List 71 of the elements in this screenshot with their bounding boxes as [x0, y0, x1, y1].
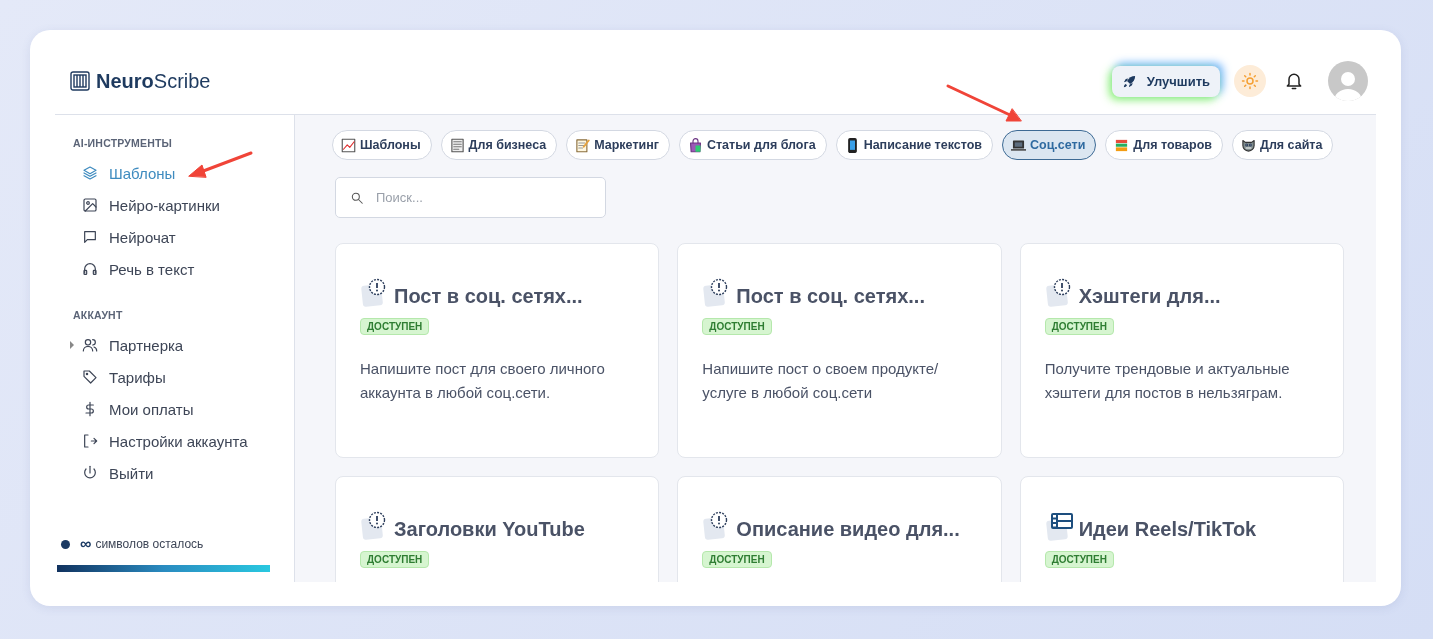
- notepad-icon: [575, 137, 591, 153]
- bell-icon: [1284, 71, 1304, 91]
- newspaper-icon: [449, 137, 465, 153]
- quota-amount: ∞: [80, 535, 92, 553]
- card-title: Идеи Reels/TikTok: [1078, 518, 1257, 541]
- status-badge: ДОСТУПЕН: [1044, 318, 1114, 335]
- rocket-icon: [1121, 73, 1137, 89]
- sidebar-item[interactable]: Шаблоны: [73, 157, 269, 189]
- sidebar-item[interactable]: Нейро-картинки: [73, 189, 269, 221]
- template-card[interactable]: Пост в соц. сетях... ДОСТУПЕН Напишите пост для своего личного аккаунта в любой соц.сети.: [335, 243, 660, 458]
- sidebar-item[interactable]: Настройки аккаунта: [73, 425, 269, 457]
- upgrade-button[interactable]: Улучшить: [1111, 65, 1220, 97]
- status-badge: ДОСТУПЕН: [360, 318, 430, 335]
- category-chip[interactable]: Написание текстов: [835, 130, 993, 160]
- card-description: Напишите пост о своем продукте/услуге в любой соц.сети: [702, 359, 940, 403]
- film-icon: [1044, 511, 1075, 541]
- sidebar-item[interactable]: Тарифы: [73, 361, 269, 393]
- category-chip[interactable]: Шаблоны: [332, 130, 432, 160]
- template-card[interactable]: Пост в соц. сетях... ДОСТУПЕН Напишите пост о своем продукте/услуге в любой соц.сети: [677, 243, 1002, 458]
- user-avatar[interactable]: [1328, 61, 1368, 101]
- status-badge: ДОСТУПЕН: [702, 318, 772, 335]
- sidebar-item[interactable]: Нейрочат: [73, 221, 269, 253]
- card-title: Пост в соц. сетях...: [394, 285, 583, 308]
- category-chip[interactable]: Для сайта: [1232, 130, 1334, 160]
- status-badge: ДОСТУПЕН: [702, 551, 772, 568]
- card-title: Пост в соц. сетях...: [736, 285, 925, 308]
- headphones-icon: [82, 261, 98, 277]
- template-card[interactable]: Идеи Reels/TikTok ДОСТУПЕН: [1019, 476, 1344, 582]
- laptop-icon: [1010, 137, 1026, 153]
- sidebar-item[interactable]: Партнерка: [73, 329, 269, 361]
- template-card[interactable]: Хэштеги для... ДОСТУПЕН Получите трендовые и актуальные хэштеги для постов в нельзяграм.: [1019, 243, 1344, 458]
- exit-icon: [82, 433, 98, 449]
- card-title: Хэштеги для...: [1078, 285, 1221, 308]
- template-card[interactable]: Описание видео для... ДОСТУПЕН: [677, 476, 1002, 582]
- sidebar-item[interactable]: Мои оплаты: [73, 393, 269, 425]
- category-chip[interactable]: Соц.сети: [1001, 130, 1097, 160]
- search-icon: [350, 191, 364, 205]
- sun-icon: [1241, 72, 1259, 90]
- category-chip[interactable]: Для товаров: [1105, 130, 1223, 160]
- category-chip[interactable]: Маркетинг: [566, 130, 670, 160]
- power-icon: [82, 465, 98, 481]
- search-field[interactable]: Поиск...: [335, 177, 606, 218]
- card-description: Получите трендовые и актуальные хэштеги для постов в нельзяграм.: [1044, 359, 1291, 403]
- caret-icon: [70, 341, 74, 349]
- card-title: Заголовки YouTube: [394, 518, 585, 541]
- section-heading: АККАУНТ: [73, 309, 124, 321]
- logo-icon: [70, 71, 90, 91]
- sidebar-item[interactable]: Выйти: [73, 457, 269, 489]
- chart-icon: [341, 137, 356, 153]
- category-chip[interactable]: Статьи для блога: [678, 130, 827, 160]
- layers-icon: [82, 165, 98, 181]
- card-title: Описание видео для...: [736, 518, 960, 541]
- sidebar-item[interactable]: Речь в текст: [73, 253, 269, 285]
- mask-icon: [1241, 137, 1256, 153]
- users-icon: [82, 337, 98, 353]
- status-badge: ДОСТУПЕН: [1044, 551, 1114, 568]
- status-dot: [61, 539, 70, 549]
- image-icon: [82, 197, 98, 213]
- tag-icon: [82, 369, 98, 385]
- chat-icon: [82, 229, 98, 245]
- template-card[interactable]: Заголовки YouTube ДОСТУПЕН: [335, 476, 660, 582]
- bag-icon: [687, 137, 703, 153]
- quota-label: символов осталось: [95, 537, 204, 551]
- theme-toggle[interactable]: [1234, 65, 1266, 97]
- category-chip[interactable]: Для бизнеса: [440, 130, 558, 160]
- books-icon: [1114, 137, 1130, 153]
- card-description: Напишите пост для своего личного аккаунта в любой соц.сети.: [360, 359, 606, 403]
- status-badge: ДОСТУПЕН: [360, 551, 430, 568]
- annotation-arrow: [186, 150, 254, 180]
- brand-name: NeuroScribe: [96, 69, 211, 93]
- section-heading: AI-ИНСТРУМЕНТЫ: [73, 137, 174, 149]
